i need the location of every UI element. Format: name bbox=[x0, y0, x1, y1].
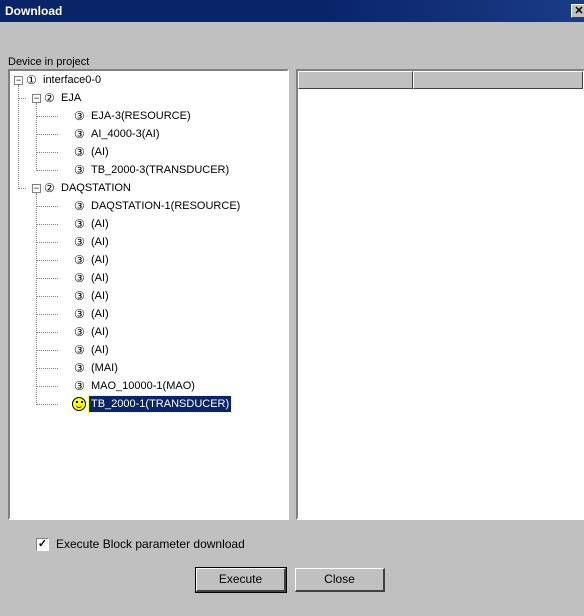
tree-connector bbox=[36, 152, 58, 153]
tree-node-label[interactable]: interface0-0 bbox=[41, 72, 103, 88]
execute-block-checkbox-label[interactable]: Execute Block parameter download bbox=[56, 537, 245, 551]
smiley-icon bbox=[72, 397, 86, 411]
tree-connector bbox=[36, 296, 58, 297]
tree-connector bbox=[36, 278, 58, 279]
tree-connector bbox=[36, 170, 58, 171]
tree-guide-line bbox=[36, 103, 37, 171]
node-level-icon: ③ bbox=[74, 289, 85, 303]
tree-connector bbox=[36, 260, 58, 261]
tree-node-label[interactable]: (MAI) bbox=[89, 360, 120, 376]
tree-connector bbox=[36, 368, 58, 369]
tree-connector bbox=[36, 206, 58, 207]
parameter-list[interactable] bbox=[296, 69, 584, 520]
tree-node-label[interactable]: (AI) bbox=[89, 252, 111, 268]
node-level-icon: ① bbox=[26, 73, 37, 87]
tree-connector bbox=[36, 134, 58, 135]
list-column-header-1[interactable] bbox=[298, 71, 413, 89]
node-level-icon: ③ bbox=[74, 217, 85, 231]
tree-node-label[interactable]: (AI) bbox=[89, 288, 111, 304]
tree-collapse-icon[interactable]: − bbox=[32, 94, 41, 103]
tree-node-label[interactable]: (AI) bbox=[89, 216, 111, 232]
execute-block-checkbox[interactable]: ✓ bbox=[36, 538, 49, 551]
tree-connector bbox=[36, 386, 58, 387]
node-level-icon: ③ bbox=[74, 127, 85, 141]
tree-connector bbox=[36, 350, 58, 351]
tree-connector bbox=[36, 224, 58, 225]
node-level-icon: ③ bbox=[74, 253, 85, 267]
execute-button[interactable]: Execute bbox=[195, 567, 287, 593]
node-level-icon: ③ bbox=[74, 325, 85, 339]
tree-node-label[interactable]: EJA-3(RESOURCE) bbox=[89, 108, 193, 124]
tree-collapse-icon[interactable]: − bbox=[14, 76, 23, 85]
node-level-icon: ③ bbox=[74, 199, 85, 213]
tree-node-label[interactable]: (AI) bbox=[89, 342, 111, 358]
tree-connector bbox=[36, 332, 58, 333]
tree-node-label[interactable]: AI_4000-3(AI) bbox=[89, 126, 161, 142]
tree-connector bbox=[36, 116, 58, 117]
tree-node-label[interactable]: TB_2000-3(TRANSDUCER) bbox=[89, 162, 231, 178]
tree-connector bbox=[36, 314, 58, 315]
close-button[interactable]: Close bbox=[295, 568, 385, 592]
tree-node-label[interactable]: MAO_10000-1(MAO) bbox=[89, 378, 197, 394]
node-level-icon: ③ bbox=[74, 307, 85, 321]
close-icon[interactable]: ✕ bbox=[571, 4, 584, 18]
node-level-icon: ③ bbox=[74, 109, 85, 123]
tree-node-label[interactable]: EJA bbox=[59, 90, 83, 106]
tree-node-label[interactable]: (AI) bbox=[89, 270, 111, 286]
device-tree[interactable]: − ① interface0-0− ② EJA ③ EJA-3(RESOURCE) ③ AI_4… bbox=[8, 69, 289, 520]
tree-node-label[interactable]: (AI) bbox=[89, 234, 111, 250]
tree-node-label[interactable]: (AI) bbox=[89, 324, 111, 340]
node-level-icon: ③ bbox=[74, 271, 85, 285]
node-level-icon: ③ bbox=[74, 163, 85, 177]
tree-connector bbox=[18, 188, 26, 189]
node-level-icon: ③ bbox=[74, 145, 85, 159]
node-level-icon: ③ bbox=[74, 235, 85, 249]
node-level-icon: ③ bbox=[74, 361, 85, 375]
tree-connector bbox=[36, 242, 58, 243]
device-in-project-label: Device in project bbox=[8, 56, 90, 68]
list-column-header-2[interactable] bbox=[413, 71, 583, 89]
tree-connector bbox=[36, 404, 58, 405]
node-level-icon: ② bbox=[44, 181, 55, 195]
node-level-icon: ③ bbox=[74, 379, 85, 393]
tree-node-label[interactable]: (AI) bbox=[89, 306, 111, 322]
node-level-icon: ③ bbox=[74, 343, 85, 357]
window-title: Download bbox=[5, 4, 63, 18]
title-bar: Download bbox=[0, 0, 584, 22]
tree-guide-line bbox=[18, 85, 19, 189]
tree-node-label[interactable]: DAQSTATION-1(RESOURCE) bbox=[89, 198, 242, 214]
tree-connector bbox=[18, 98, 26, 99]
tree-node-label[interactable]: (AI) bbox=[89, 144, 111, 160]
tree-node-label[interactable]: TB_2000-1(TRANSDUCER) bbox=[87, 395, 233, 413]
tree-node-label[interactable]: DAQSTATION bbox=[59, 180, 133, 196]
tree-collapse-icon[interactable]: − bbox=[32, 184, 41, 193]
tree-guide-line bbox=[36, 193, 37, 405]
node-level-icon: ② bbox=[44, 91, 55, 105]
